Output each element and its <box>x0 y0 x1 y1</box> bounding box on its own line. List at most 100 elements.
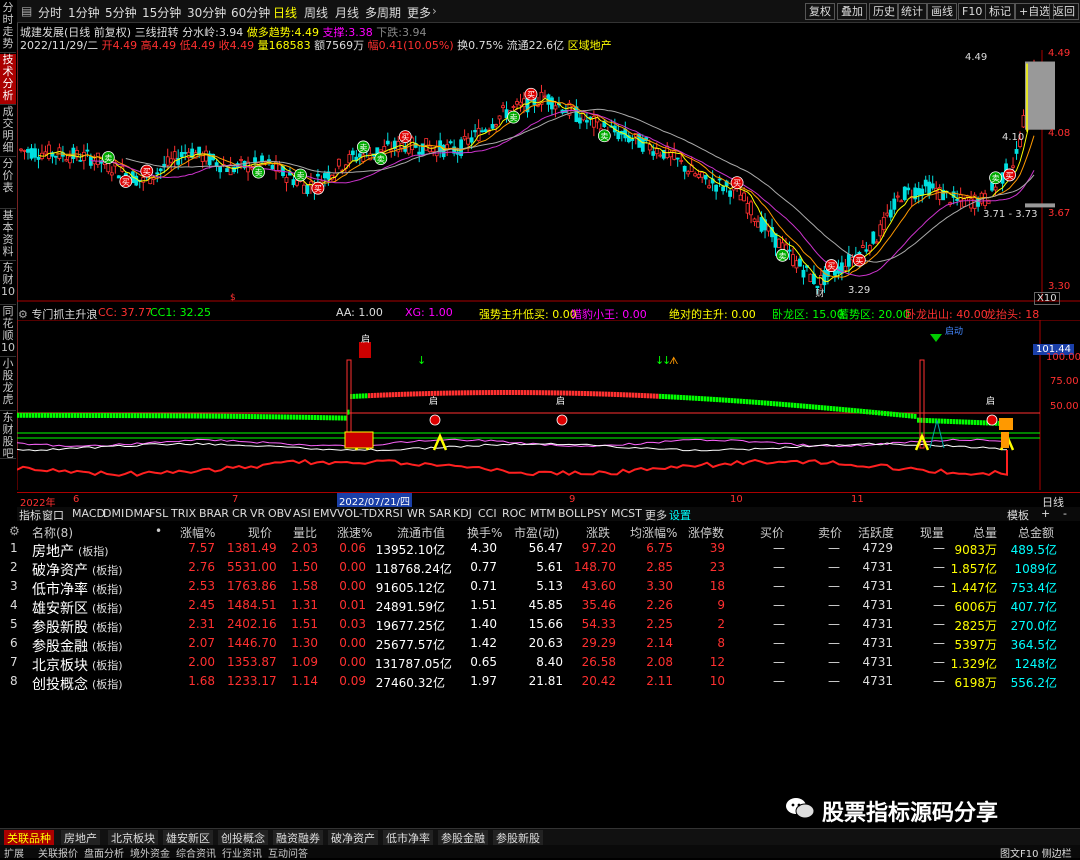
bottom-tab-7[interactable]: 低市净率 <box>383 830 433 846</box>
indicator-tab-3[interactable]: DMI <box>103 507 124 520</box>
indicator-tab-14[interactable]: RSI <box>385 507 403 520</box>
left-tab-7[interactable]: 小股龙虎 <box>0 358 16 411</box>
table-header-13[interactable]: 卖价 <box>818 524 842 541</box>
btn-overlay[interactable]: 叠加 <box>837 3 867 20</box>
indicator-tab-18[interactable]: CCI <box>478 507 497 520</box>
btn-fuquan[interactable]: 复权 <box>805 3 835 20</box>
table-header-1[interactable]: • <box>155 524 162 538</box>
indicator-tab-22[interactable]: PSY <box>587 507 607 520</box>
indicator-right-1[interactable]: + <box>1041 507 1050 520</box>
btn-mark[interactable]: 标记 <box>985 3 1015 20</box>
table-row[interactable]: 7 北京板块 (板指) 2.00 1353.87 1.09 0.00 131787.05亿 0.… <box>0 654 1080 674</box>
table-settings-icon[interactable]: ⚙ <box>9 524 20 538</box>
table-row[interactable]: 5 参股新股 (板指) 2.31 2402.16 1.51 0.03 19677.25亿 1.4… <box>0 616 1080 636</box>
period-15min[interactable]: 15分钟 <box>142 4 181 21</box>
indicator-tab-19[interactable]: ROC <box>502 507 526 520</box>
indicator-right-2[interactable]: - <box>1063 507 1067 520</box>
indicator-tab-4[interactable]: DMA <box>125 507 151 520</box>
btn-history[interactable]: 历史 <box>869 3 899 20</box>
period-60min[interactable]: 60分钟 <box>231 4 270 21</box>
period-weekly[interactable]: 周线 <box>304 4 328 21</box>
indicator-tab-9[interactable]: VR <box>250 507 265 520</box>
bottom-tab-1[interactable]: 房地产 <box>61 830 100 846</box>
indicator-tab-5[interactable]: FSL <box>149 507 168 520</box>
table-header-2[interactable]: 涨幅% <box>180 524 215 541</box>
period-menu-icon[interactable]: ▤ <box>21 4 32 18</box>
bottom-tab-3[interactable]: 雄安新区 <box>163 830 213 846</box>
table-header-15[interactable]: 现量 <box>920 524 944 541</box>
indicator-right-0[interactable]: 模板 <box>1007 507 1029 523</box>
left-tab-8[interactable]: 东财股吧 <box>0 412 16 460</box>
indicator-tab-6[interactable]: TRIX <box>171 507 196 520</box>
bottom-tab-6[interactable]: 破净资产 <box>328 830 378 846</box>
bottom-tab-5[interactable]: 融资融券 <box>273 830 323 846</box>
table-header-9[interactable]: 涨跌 <box>586 524 610 541</box>
table-header-8[interactable]: 市盈(动) <box>514 524 559 541</box>
table-header-5[interactable]: 涨速% <box>337 524 372 541</box>
table-header-16[interactable]: 总量 <box>973 524 997 541</box>
table-row[interactable]: 4 雄安新区 (板指) 2.45 1484.51 1.31 0.01 24891.59亿 1.5… <box>0 597 1080 617</box>
chevron-right-icon[interactable]: › <box>432 4 437 18</box>
period-more[interactable]: 更多 <box>407 4 431 21</box>
period-daily[interactable]: 日线 <box>273 4 297 21</box>
indicator-tab-11[interactable]: ASI <box>293 507 311 520</box>
left-tab-1[interactable]: 技术分析 <box>0 54 16 105</box>
left-tab-2[interactable]: 成交明细 <box>0 106 16 157</box>
left-tab-5[interactable]: 东财10 <box>0 262 16 305</box>
left-tab-0[interactable]: 分时走势 <box>0 2 16 53</box>
zoom-label[interactable]: X10 <box>1034 292 1060 305</box>
table-header-12[interactable]: 买价 <box>760 524 784 541</box>
btn-stats[interactable]: 统计 <box>897 3 927 20</box>
bottom-tab-8[interactable]: 参股金融 <box>438 830 488 846</box>
period-5min[interactable]: 5分钟 <box>105 4 137 21</box>
bottom-tab-2[interactable]: 北京板块 <box>108 830 158 846</box>
btn-return[interactable]: 返回 <box>1049 3 1079 20</box>
table-row[interactable]: 6 参股金融 (板指) 2.07 1446.70 1.30 0.00 25677.57亿 1.4… <box>0 635 1080 655</box>
table-header-6[interactable]: 流通市值 <box>397 524 445 541</box>
table-header-10[interactable]: 均涨幅% <box>630 524 677 541</box>
period-1min[interactable]: 1分钟 <box>68 4 100 21</box>
period-multi[interactable]: 多周期 <box>365 4 401 21</box>
indicator-tab-12[interactable]: EMV <box>313 507 337 520</box>
bottom-tab-0[interactable]: 关联品种 <box>4 830 54 846</box>
indicator-tab-21[interactable]: BOLL <box>558 507 586 520</box>
bottom-tab-4[interactable]: 创投概念 <box>218 830 268 846</box>
indicator-tab-2[interactable]: MACD <box>72 507 105 520</box>
indicator-tab-17[interactable]: KDJ <box>453 507 472 520</box>
btn-draw[interactable]: 画线 <box>927 3 957 20</box>
period-monthly[interactable]: 月线 <box>335 4 359 21</box>
left-tab-4[interactable]: 基本资料 <box>0 210 16 261</box>
indicator-tab-8[interactable]: CR <box>232 507 247 520</box>
indicator-tab-0[interactable]: 指标 <box>19 507 41 523</box>
table-header-0[interactable]: 名称(8) <box>32 524 73 541</box>
table-header-17[interactable]: 总金额 <box>1018 524 1054 541</box>
table-header-3[interactable]: 现价 <box>248 524 272 541</box>
indicator-chart[interactable]: 启启启启↓ ↓↓ᗑ启动 <box>17 320 1080 490</box>
table-header-11[interactable]: 涨停数 <box>688 524 724 541</box>
bottom-tab-9[interactable]: 参股新股 <box>493 830 543 846</box>
left-tab-6[interactable]: 同花顺10 <box>0 306 16 357</box>
table-header-4[interactable]: 量比 <box>293 524 317 541</box>
indicator-tab-1[interactable]: 窗口 <box>42 507 64 523</box>
left-tab-3[interactable]: 分价表 <box>0 158 16 209</box>
table-row[interactable]: 3 低市净率 (板指) 2.53 1763.86 1.58 0.00 91605.12亿 0.7… <box>0 578 1080 598</box>
cell-buy: — <box>773 636 785 650</box>
period-30min[interactable]: 30分钟 <box>187 4 226 21</box>
indicator-tab-16[interactable]: SAR <box>429 507 451 520</box>
indicator-tab-13[interactable]: VOL-TDX <box>337 507 385 520</box>
indicator-tab-10[interactable]: OBV <box>268 507 291 520</box>
indicator-tab-20[interactable]: MTM <box>530 507 556 520</box>
candlestick-chart[interactable]: 卖买买卖卖买卖卖买卖买卖买卖买买卖 买财$ <box>17 50 1080 302</box>
indicator-tab-24[interactable]: 更多 <box>645 507 667 523</box>
period-fenshi[interactable]: 分时 <box>38 4 62 21</box>
indicator-tab-23[interactable]: MCST <box>611 507 642 520</box>
btn-f10[interactable]: F10 <box>958 3 987 20</box>
indicator-tab-15[interactable]: WR <box>407 507 426 520</box>
indicator-tab-25[interactable]: 设置 <box>669 507 691 523</box>
table-header-7[interactable]: 换手% <box>467 524 502 541</box>
table-row[interactable]: 8 创投概念 (板指) 1.68 1233.17 1.14 0.09 27460.32亿 1.9… <box>0 673 1080 693</box>
table-row[interactable]: 2 破净资产 (板指) 2.76 5531.00 1.50 0.00 118768.24亿 0.… <box>0 559 1080 579</box>
table-row[interactable]: 1 房地产 (板指) 7.57 1381.49 2.03 0.06 13952.10亿 4.30… <box>0 540 1080 560</box>
indicator-tab-7[interactable]: BRAR <box>199 507 229 520</box>
table-header-14[interactable]: 活跃度 <box>858 524 894 541</box>
